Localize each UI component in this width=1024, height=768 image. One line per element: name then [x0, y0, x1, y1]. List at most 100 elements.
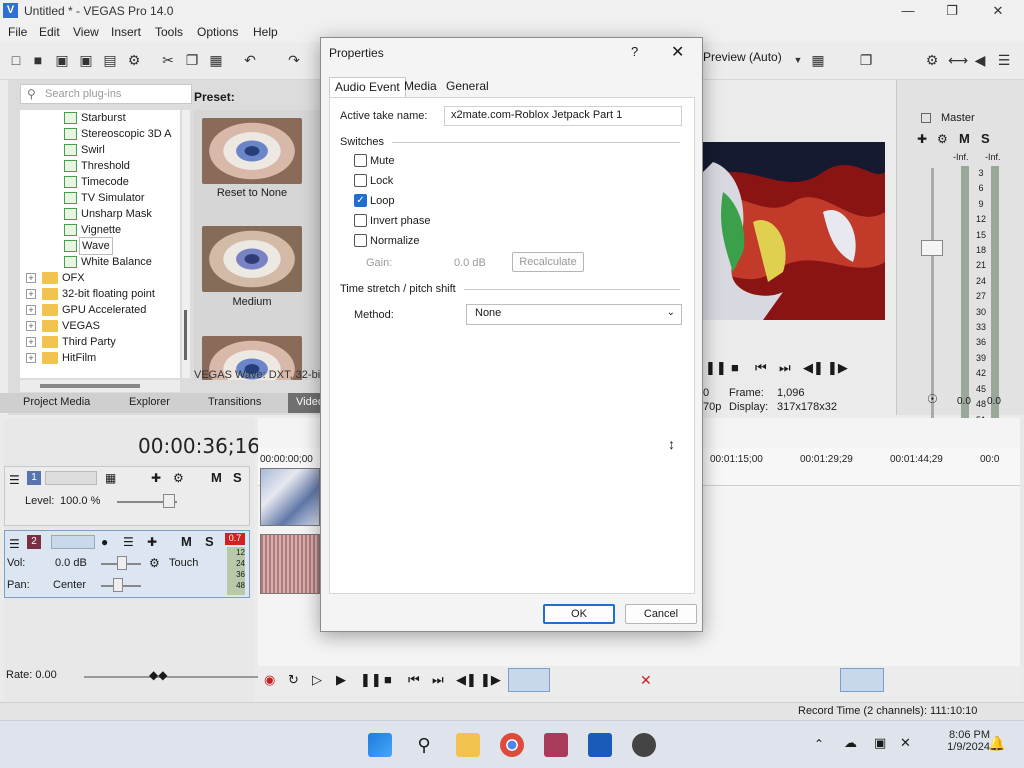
track-name-field[interactable] — [45, 471, 97, 485]
grid-overlay-icon[interactable]: ▦ — [810, 52, 826, 68]
track-collapse-icon[interactable]: ☰ — [9, 537, 20, 551]
dialog-help-button[interactable]: ? — [631, 44, 638, 59]
expand-plus-icon[interactable]: + — [26, 321, 36, 331]
tree-item[interactable]: White Balance — [20, 254, 180, 270]
master-fx-chain-icon[interactable]: ✚ — [917, 132, 927, 146]
vol-slider-handle[interactable] — [117, 556, 127, 570]
normalize-checkbox[interactable] — [354, 234, 367, 247]
master-fader-handle[interactable] — [921, 240, 943, 256]
tree-folder[interactable]: + HitFilm — [20, 350, 180, 366]
master-solo-button[interactable]: S — [981, 131, 990, 146]
audio-track-header[interactable]: ☰ 2 ● ☰ ✚ M S 0.7 12 24 36 48 Vol: 0.0 dB ⚙… — [4, 530, 250, 598]
restore-button[interactable]: ❐ — [938, 2, 966, 20]
save-as-icon[interactable]: ▣ — [78, 52, 94, 68]
track-collapse-icon[interactable]: ☰ — [9, 473, 20, 487]
new-file-icon[interactable]: □ — [8, 52, 24, 68]
composite-mode-icon[interactable]: ▦ — [105, 471, 116, 485]
ok-button[interactable]: OK — [543, 604, 615, 624]
undo-icon[interactable]: ↶ — [242, 52, 258, 68]
tree-item[interactable]: Timecode — [20, 174, 180, 190]
rate-slider-handle[interactable]: ◆◆ — [149, 668, 167, 682]
track2-mute-button[interactable]: M — [181, 534, 192, 549]
preset-thumb-reset[interactable] — [202, 118, 302, 184]
track2-solo-button[interactable]: S — [205, 534, 214, 549]
track1-mute-button[interactable]: M — [211, 470, 222, 485]
tree-hscrollbar[interactable] — [20, 380, 180, 392]
expand-plus-icon[interactable]: + — [26, 273, 36, 283]
expand-plus-icon[interactable]: + — [26, 353, 36, 363]
minimize-button[interactable]: — — [894, 2, 922, 20]
settings-gear-icon[interactable]: ⚙ — [126, 52, 142, 68]
menu-file[interactable]: File — [8, 25, 27, 39]
audio-clip[interactable] — [260, 534, 320, 594]
invert-phase-checkbox[interactable] — [354, 214, 367, 227]
menu-tools[interactable]: Tools — [155, 25, 183, 39]
video-track-header[interactable]: ☰ 1 ▦ ✚ ⚙ M S Level: 100.0 % — [4, 466, 250, 526]
plugin-search-input[interactable]: ⚲ Search plug-ins — [20, 84, 192, 104]
save-icon[interactable]: ▣ — [54, 52, 70, 68]
loop-checkbox[interactable]: ✓ — [354, 194, 367, 207]
step-back-icon[interactable]: ◀❚ — [803, 360, 824, 376]
preset-thumb-medium[interactable] — [202, 226, 302, 292]
master-gear-icon[interactable]: ⚙ — [937, 132, 948, 146]
mixer-faders-icon[interactable]: ☰ — [996, 52, 1012, 68]
vegas-taskbar-icon[interactable] — [588, 733, 612, 757]
recalculate-button[interactable]: Recalculate — [512, 252, 584, 272]
taskbar-clock[interactable]: 8:06 PM 1/9/2024 — [947, 729, 990, 753]
menu-edit[interactable]: Edit — [39, 25, 60, 39]
tree-item[interactable]: Vignette — [20, 222, 180, 238]
display-icon[interactable]: ▣ — [874, 735, 886, 751]
paste-icon[interactable]: ▦ — [208, 52, 224, 68]
pan-slider-handle[interactable] — [113, 578, 123, 592]
stop-icon[interactable]: ■ — [384, 672, 392, 687]
tree-folder[interactable]: +32-bit floating point — [20, 286, 180, 302]
next-frame-icon[interactable]: ❚▶ — [480, 672, 501, 688]
normal-edit-tool-icon[interactable] — [508, 668, 550, 692]
tree-item-wave[interactable]: Wave — [20, 237, 180, 255]
winrar-icon[interactable] — [544, 733, 568, 757]
method-select[interactable]: None ⌄ — [466, 304, 682, 325]
search-icon[interactable]: ⚲ — [412, 733, 436, 757]
tab-project-media[interactable]: Project Media — [23, 396, 90, 408]
track-name-field[interactable] — [51, 535, 95, 549]
step-forward-icon[interactable]: ❚▶ — [827, 360, 848, 376]
pause-icon[interactable]: ❚❚ — [705, 360, 727, 376]
track-fx-icon[interactable]: ✚ — [147, 535, 157, 549]
tree-item[interactable]: TV Simulator — [20, 190, 180, 206]
menu-options[interactable]: Options — [197, 25, 238, 39]
track-motion-icon[interactable]: ✚ — [151, 471, 161, 485]
tree-item[interactable]: Stereoscopic 3D A — [20, 126, 180, 142]
cut-icon[interactable]: ✂ — [160, 52, 176, 68]
tab-transitions[interactable]: Transitions — [208, 396, 261, 408]
video-clip[interactable] — [260, 468, 320, 526]
mute-checkbox[interactable] — [354, 154, 367, 167]
go-to-start-icon[interactable]: ⏮ — [408, 672, 420, 688]
media-player-icon[interactable] — [632, 733, 656, 757]
copy-icon[interactable]: ❐ — [184, 52, 200, 68]
play-from-start-icon[interactable]: ▷ — [312, 672, 322, 688]
expand-plus-icon[interactable]: + — [26, 289, 36, 299]
record-icon[interactable]: ◉ — [264, 672, 275, 688]
expand-plus-icon[interactable]: + — [26, 337, 36, 347]
tree-folder[interactable]: + Third Party — [20, 334, 180, 350]
pause-icon[interactable]: ❚❚ — [360, 672, 382, 688]
lock-icon[interactable]: ☉ — [927, 392, 938, 406]
tree-folder[interactable]: + VEGAS — [20, 318, 180, 334]
render-icon[interactable]: ▤ — [102, 52, 118, 68]
chevron-down-icon[interactable]: ▼ — [790, 52, 806, 68]
go-to-end-icon[interactable]: ⏭ — [432, 672, 444, 688]
tab-explorer[interactable]: Explorer — [129, 396, 170, 408]
open-folder-icon[interactable]: ■ — [30, 52, 46, 68]
prev-frame-icon[interactable]: ◀❚ — [456, 672, 477, 688]
menu-insert[interactable]: Insert — [111, 25, 141, 39]
notification-bell-icon[interactable]: 🔔 — [988, 735, 1005, 752]
master-mute-button[interactable]: M — [959, 131, 970, 146]
timeline-vscroll[interactable] — [1020, 418, 1024, 666]
delete-icon[interactable]: ✕ — [640, 672, 652, 689]
dialog-close-button[interactable]: ✕ — [671, 42, 684, 62]
cancel-button[interactable]: Cancel — [625, 604, 697, 624]
loop-playback-icon[interactable]: ↻ — [288, 672, 299, 688]
master-fx-icon[interactable]: ◀ — [972, 52, 988, 68]
tab-general[interactable]: General — [441, 77, 494, 97]
arm-record-icon[interactable]: ● — [101, 535, 108, 549]
